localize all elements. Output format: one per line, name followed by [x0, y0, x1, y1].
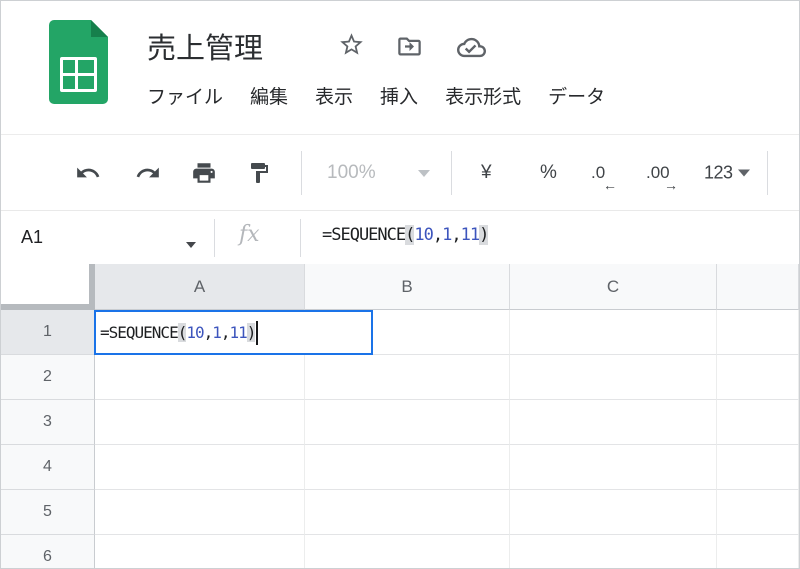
document-title[interactable]: 売上管理 [147, 25, 263, 67]
row-header-5[interactable]: 5 [1, 490, 95, 535]
cell-C3[interactable] [510, 400, 717, 445]
formula-bar-divider [300, 219, 301, 257]
column-header-d[interactable] [717, 264, 799, 310]
decrease-decimal-button[interactable]: .0 ← [591, 163, 617, 193]
cell-editor-A1[interactable]: =SEQUENCE(10, 1, 11) [94, 310, 373, 355]
cloud-saved-icon[interactable] [457, 33, 486, 62]
paint-format-button[interactable] [247, 161, 271, 185]
menu-edit[interactable]: 編集 [250, 82, 288, 109]
cell-A6[interactable] [95, 535, 305, 568]
grid-row-5: 5 [1, 490, 799, 535]
right-arrow-icon: → [664, 177, 678, 193]
name-box[interactable]: A1 [21, 227, 43, 248]
grid-row-2: 2 [1, 355, 799, 400]
move-folder-icon[interactable] [396, 33, 423, 60]
row-header-4[interactable]: 4 [1, 445, 95, 490]
grid-row-6: 6 [1, 535, 799, 568]
percent-format-button[interactable]: % [540, 162, 557, 184]
column-header-c[interactable]: C [510, 264, 717, 310]
left-arrow-icon: ← [603, 177, 617, 193]
row-header-1[interactable]: 1 [1, 310, 95, 355]
menu-bar: ファイル 編集 表示 挿入 表示形式 データ [147, 82, 605, 109]
toolbar-divider [451, 151, 452, 195]
google-sheets-app: 売上管理 ファイル 編集 表示 挿入 表示形式 データ 100% ¥ % .0 … [0, 0, 800, 569]
formula-bar-divider [214, 219, 215, 257]
fx-icon: fx [239, 222, 260, 247]
cell-B4[interactable] [305, 445, 510, 490]
formula-input[interactable]: =SEQUENCE(10,1,11) [322, 225, 489, 245]
cell-C4[interactable] [510, 445, 717, 490]
cell-D2[interactable] [717, 355, 799, 400]
cell-B5[interactable] [305, 490, 510, 535]
menu-data[interactable]: データ [548, 82, 605, 109]
menu-insert[interactable]: 挿入 [380, 82, 418, 109]
cell-A5[interactable] [95, 490, 305, 535]
cell-B3[interactable] [305, 400, 510, 445]
cell-C2[interactable] [510, 355, 717, 400]
star-icon[interactable] [338, 31, 365, 58]
increase-decimal-button[interactable]: .00 → [646, 163, 678, 193]
logo-table-glyph [60, 57, 97, 92]
select-all-corner[interactable] [1, 264, 95, 310]
cell-D1[interactable] [717, 310, 799, 355]
column-header-row: A B C [1, 264, 799, 310]
grid-row-4: 4 [1, 445, 799, 490]
name-box-dropdown-icon[interactable] [186, 235, 196, 253]
cell-A4[interactable] [95, 445, 305, 490]
chevron-down-icon [737, 169, 750, 177]
column-header-b[interactable]: B [305, 264, 510, 310]
cell-A2[interactable] [95, 355, 305, 400]
logo-fold [91, 20, 108, 37]
toolbar-divider [767, 151, 768, 195]
zoom-value[interactable]: 100% [327, 162, 376, 184]
cell-D4[interactable] [717, 445, 799, 490]
cell-C1[interactable] [510, 310, 717, 355]
cell-B2[interactable] [305, 355, 510, 400]
text-cursor [256, 320, 259, 345]
cell-D6[interactable] [717, 535, 799, 568]
grid-row-3: 3 [1, 400, 799, 445]
row-header-2[interactable]: 2 [1, 355, 95, 400]
toolbar: 100% ¥ % .0 ← .00 → 123 [1, 134, 799, 211]
undo-button[interactable] [75, 160, 101, 186]
formula-bar: A1 fx =SEQUENCE(10,1,11) [1, 210, 799, 265]
row-header-3[interactable]: 3 [1, 400, 95, 445]
cell-D3[interactable] [717, 400, 799, 445]
row-header-6[interactable]: 6 [1, 535, 95, 568]
cell-C6[interactable] [510, 535, 717, 568]
redo-button[interactable] [135, 160, 161, 186]
more-formats-button[interactable]: 123 [704, 163, 750, 184]
sheets-logo[interactable] [49, 20, 108, 104]
cell-B6[interactable] [305, 535, 510, 568]
menu-format[interactable]: 表示形式 [445, 82, 521, 109]
print-button[interactable] [191, 160, 217, 186]
menu-view[interactable]: 表示 [315, 82, 353, 109]
zoom-dropdown-icon[interactable] [418, 164, 430, 182]
column-header-a[interactable]: A [95, 264, 305, 310]
currency-format-button[interactable]: ¥ [481, 162, 492, 184]
cell-A3[interactable] [95, 400, 305, 445]
menu-file[interactable]: ファイル [147, 82, 223, 109]
cell-D5[interactable] [717, 490, 799, 535]
cell-C5[interactable] [510, 490, 717, 535]
toolbar-divider [301, 151, 302, 195]
